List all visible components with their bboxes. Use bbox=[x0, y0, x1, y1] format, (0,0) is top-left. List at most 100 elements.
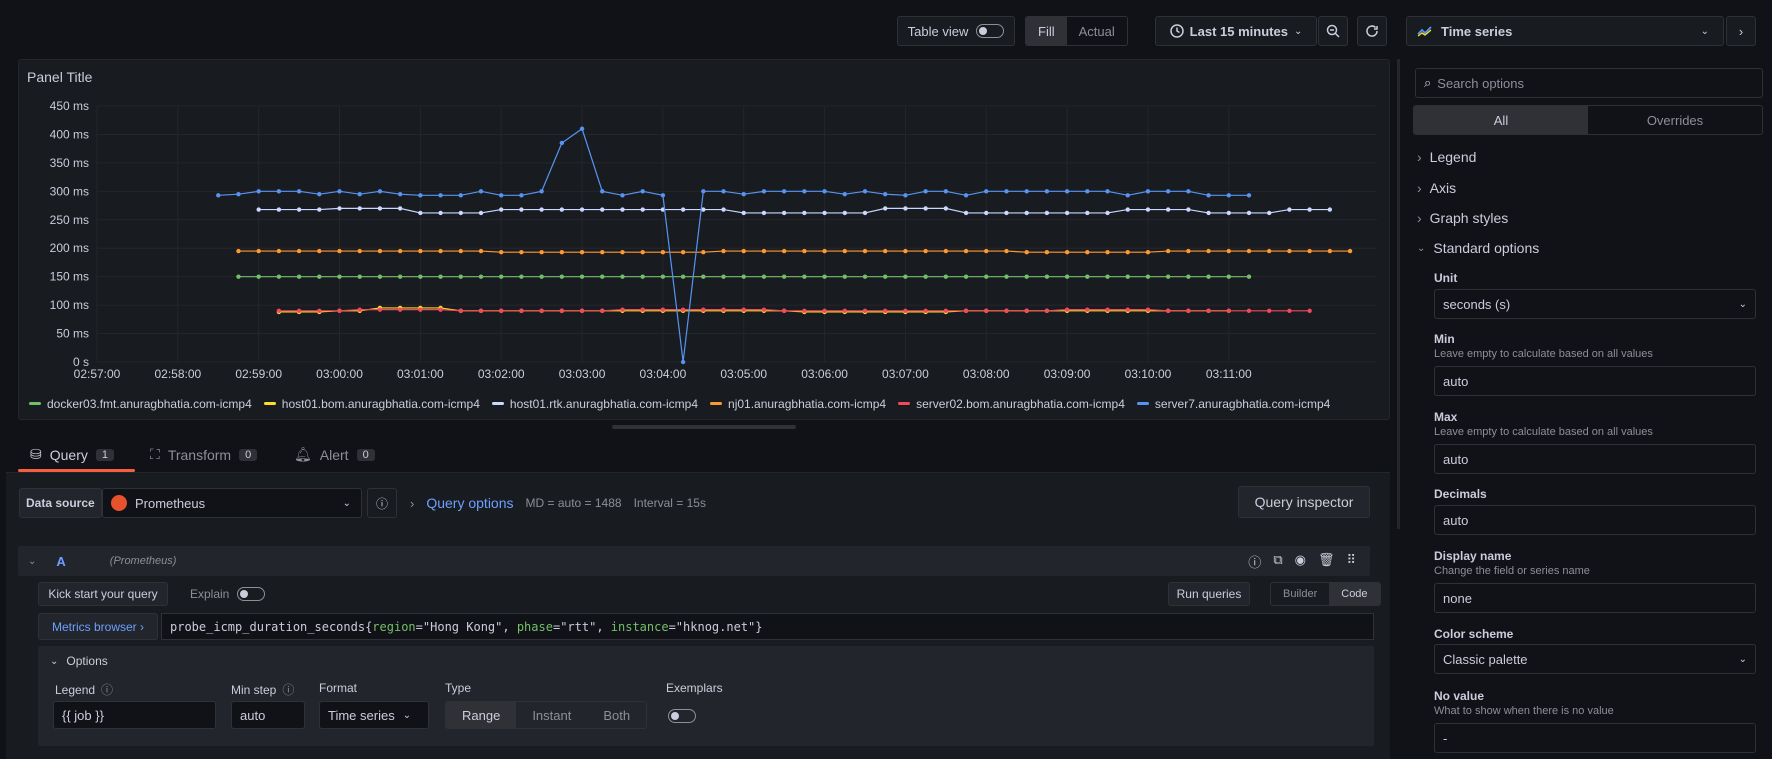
section-legend[interactable]: › Legend bbox=[1417, 149, 1476, 165]
series-point bbox=[1246, 193, 1252, 198]
fill-button[interactable]: Fill bbox=[1026, 17, 1067, 45]
series-point bbox=[984, 274, 989, 279]
type-segment: Range Instant Both bbox=[445, 701, 648, 729]
series-point bbox=[1004, 248, 1009, 254]
copy-icon[interactable]: ⧉ bbox=[1273, 552, 1282, 571]
query-inspector-button[interactable]: Query inspector bbox=[1238, 486, 1370, 518]
query-options-toggle[interactable]: › Query options MD = auto = 1488 Interva… bbox=[410, 488, 706, 518]
section-axis[interactable]: › Axis bbox=[1417, 180, 1456, 196]
table-view-switch[interactable] bbox=[976, 24, 1005, 38]
decimals-input[interactable]: auto bbox=[1434, 505, 1756, 535]
options-pane-divider[interactable] bbox=[1397, 59, 1400, 529]
tab-transform-label: Transform bbox=[167, 446, 232, 463]
min-step-input[interactable]: auto bbox=[231, 701, 305, 729]
transform-icon: ⛶ bbox=[150, 446, 160, 462]
actual-button[interactable]: Actual bbox=[1067, 17, 1127, 45]
explain-toggle[interactable]: Explain bbox=[190, 582, 266, 606]
viz-picker[interactable]: Time series ⌄ bbox=[1406, 16, 1724, 46]
legend-input[interactable]: {{ job }} bbox=[53, 701, 216, 729]
series-point bbox=[579, 207, 585, 212]
series-point bbox=[276, 207, 282, 212]
exemplars-switch[interactable] bbox=[668, 709, 696, 723]
overrides-tab[interactable]: Overrides bbox=[1588, 106, 1762, 134]
zoom-out-button[interactable] bbox=[1318, 16, 1348, 46]
unit-select[interactable]: seconds (s) ⌄ bbox=[1434, 289, 1756, 319]
display-name-input[interactable]: none bbox=[1434, 583, 1756, 613]
series-point bbox=[317, 191, 322, 197]
series-point bbox=[883, 308, 888, 313]
legend-swatch bbox=[491, 402, 504, 405]
series-point bbox=[1267, 248, 1272, 254]
table-view-toggle[interactable]: Table view bbox=[897, 16, 1015, 46]
series-point bbox=[822, 308, 827, 313]
drag-handle-icon[interactable]: ⠿ bbox=[1346, 552, 1356, 571]
options-toggle[interactable]: ⌄ Options bbox=[50, 654, 108, 668]
data-source-picker[interactable]: Prometheus ⌄ bbox=[102, 488, 362, 518]
series-point bbox=[943, 274, 949, 279]
legend-item[interactable]: host01.rtk.anuragbhatia.com-icmp4 bbox=[491, 397, 698, 411]
legend-item[interactable]: server02.bom.anuragbhatia.com-icmp4 bbox=[898, 397, 1125, 411]
trash-icon[interactable]: 🗑︎ bbox=[1318, 552, 1335, 571]
query-interval: Interval = 15s bbox=[633, 496, 706, 510]
no-value-input[interactable]: - bbox=[1434, 723, 1756, 753]
data-source-help-button[interactable]: ⓘ bbox=[367, 488, 397, 518]
panel-title[interactable]: Panel Title bbox=[27, 69, 92, 85]
tab-query[interactable]: ⛁ Query 1 bbox=[30, 446, 114, 463]
section-graph-styles[interactable]: › Graph styles bbox=[1417, 210, 1508, 226]
tab-alert[interactable]: 🔔︎ Alert 0 bbox=[294, 446, 375, 463]
format-select[interactable]: Time series ⌄ bbox=[319, 701, 429, 729]
legend-item[interactable]: server7.anuragbhatia.com-icmp4 bbox=[1136, 397, 1330, 411]
color-scheme-select[interactable]: Classic palette ⌄ bbox=[1434, 644, 1756, 674]
type-both-button[interactable]: Both bbox=[587, 702, 646, 728]
metrics-browser-button[interactable]: Metrics browser › bbox=[38, 613, 158, 640]
series-point bbox=[1044, 189, 1050, 194]
chevron-down-icon[interactable]: ⌄ bbox=[28, 556, 36, 567]
legend-swatch bbox=[710, 402, 723, 405]
no-value-label: No value bbox=[1434, 689, 1485, 703]
section-standard-options[interactable]: ⌄ Standard options bbox=[1417, 240, 1539, 256]
series-point bbox=[1186, 274, 1191, 279]
help-icon[interactable]: ⓘ bbox=[1248, 552, 1261, 571]
panel-resize-handle[interactable] bbox=[612, 425, 796, 429]
series-point bbox=[519, 274, 524, 279]
series-point bbox=[620, 274, 625, 279]
kick-start-button[interactable]: Kick start your query bbox=[38, 582, 168, 606]
series-point bbox=[620, 207, 625, 212]
series-point bbox=[822, 274, 827, 279]
type-instant-button[interactable]: Instant bbox=[516, 702, 587, 728]
legend-item[interactable]: docker03.fmt.anuragbhatia.com-icmp4 bbox=[29, 397, 252, 411]
expr-key-instance: instance bbox=[610, 619, 669, 634]
time-range-picker[interactable]: Last 15 minutes ⌄ bbox=[1155, 16, 1317, 46]
series-point bbox=[1044, 250, 1050, 255]
legend-item[interactable]: host01.bom.anuragbhatia.com-icmp4 bbox=[263, 397, 480, 411]
legend-item[interactable]: nj01.anuragbhatia.com-icmp4 bbox=[710, 397, 886, 411]
series-point bbox=[701, 274, 706, 279]
collapse-options-button[interactable]: › bbox=[1726, 16, 1756, 46]
search-options-input[interactable]: ⌕ Search options bbox=[1415, 68, 1763, 98]
explain-switch[interactable] bbox=[237, 587, 266, 601]
tab-transform[interactable]: ⛶ Transform 0 bbox=[150, 446, 258, 463]
series-point bbox=[579, 126, 585, 131]
query-row-header[interactable]: ⌄ A (Prometheus) ⓘ ⧉ ◉ 🗑︎ ⠿ bbox=[18, 546, 1370, 576]
series-point bbox=[1186, 207, 1191, 212]
series-point bbox=[1085, 274, 1090, 279]
min-input[interactable]: auto bbox=[1434, 366, 1756, 396]
max-input[interactable]: auto bbox=[1434, 444, 1756, 474]
series-point bbox=[1024, 189, 1029, 194]
time-series-chart[interactable]: 450 ms 400 ms 350 ms 300 ms 250 ms 200 ms 150 … bbox=[19, 96, 1389, 396]
eye-icon[interactable]: ◉ bbox=[1295, 552, 1306, 571]
all-tab[interactable]: All bbox=[1414, 106, 1588, 134]
expr-value-phase: "rtt" bbox=[560, 619, 597, 634]
builder-button[interactable]: Builder bbox=[1271, 583, 1329, 605]
series-point bbox=[721, 189, 726, 194]
series-point bbox=[499, 250, 504, 255]
refresh-button[interactable] bbox=[1357, 16, 1387, 46]
series-point bbox=[377, 248, 383, 254]
series-point bbox=[963, 274, 969, 279]
series-point bbox=[883, 248, 888, 254]
expr-close: } bbox=[755, 619, 763, 634]
run-queries-button[interactable]: Run queries bbox=[1168, 582, 1250, 606]
query-expression-editor[interactable]: probe_icmp_duration_seconds{region = "Hong… bbox=[161, 613, 1374, 640]
code-button[interactable]: Code bbox=[1329, 583, 1380, 605]
type-range-button[interactable]: Range bbox=[446, 702, 517, 728]
